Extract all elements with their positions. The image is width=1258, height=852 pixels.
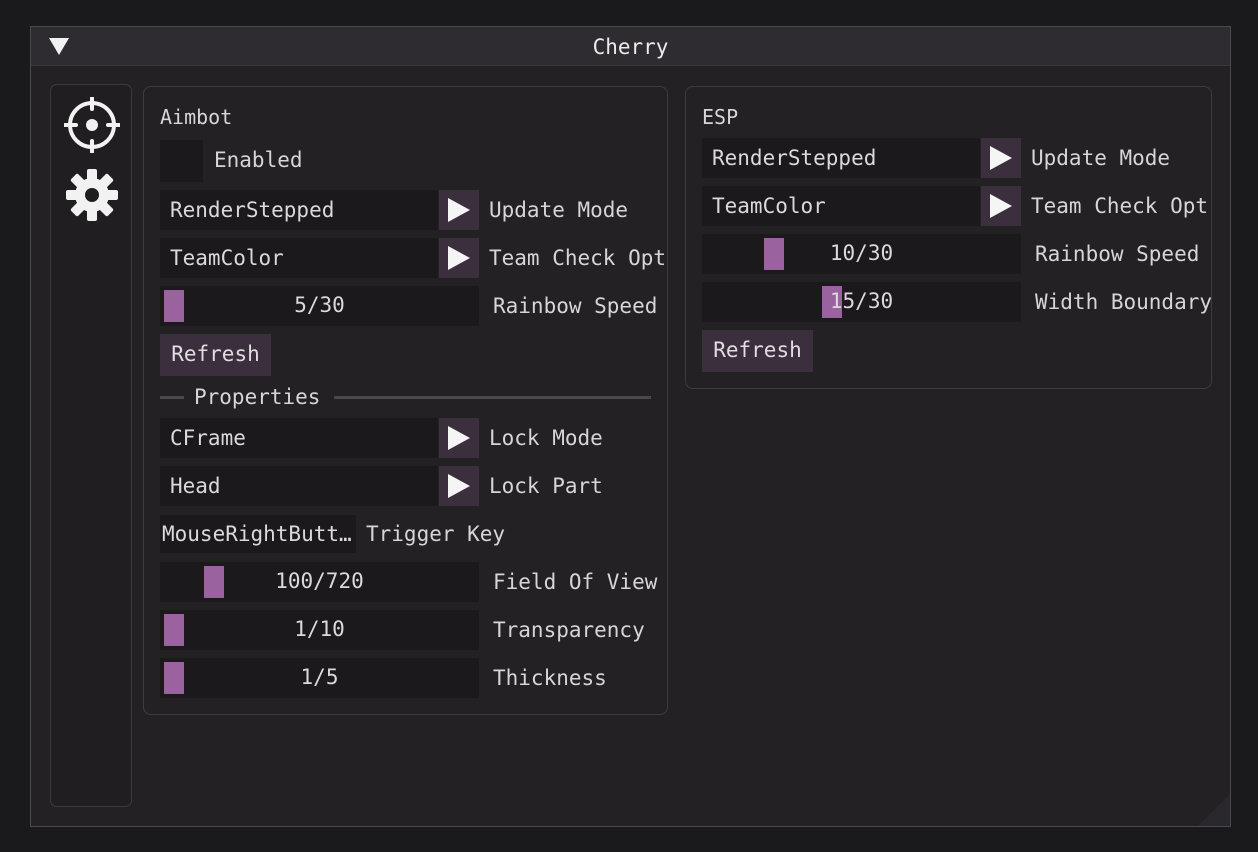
sidebar — [50, 84, 132, 807]
properties-heading: Properties — [194, 385, 321, 409]
play-arrow-icon — [448, 246, 470, 270]
lock-mode-label: Lock Mode — [489, 426, 603, 450]
esp-rainbow-speed-label: Rainbow Speed — [1035, 242, 1200, 266]
lock-mode-arrow-button[interactable] — [439, 418, 479, 458]
thickness-label: Thickness — [493, 666, 607, 690]
team-check-dropdown[interactable]: TeamColor — [160, 238, 438, 278]
esp-update-mode-arrow-button[interactable] — [981, 138, 1021, 178]
play-arrow-icon — [990, 194, 1012, 218]
main-window: Cherry Aimbot Enabled RenderStepped Upda… — [30, 26, 1231, 827]
team-check-arrow-button[interactable] — [439, 238, 479, 278]
esp-refresh-button[interactable]: Refresh — [702, 330, 813, 372]
lock-part-arrow-button[interactable] — [439, 466, 479, 506]
team-check-label: Team Check Opt — [489, 246, 667, 270]
lock-part-label: Lock Part — [489, 474, 603, 498]
slider-value: 15/30 — [829, 289, 894, 313]
play-arrow-icon — [990, 146, 1012, 170]
esp-team-check-arrow-button[interactable] — [981, 186, 1021, 226]
rainbow-speed-slider[interactable]: 5/30 — [160, 286, 479, 326]
transparency-slider[interactable]: 1/10 — [160, 610, 479, 650]
esp-width-boundary-label: Width Boundary — [1035, 290, 1211, 314]
update-mode-label: Update Mode — [489, 198, 629, 222]
esp-title: ESP — [702, 105, 739, 129]
fov-slider[interactable]: 100/720 — [160, 562, 479, 602]
esp-panel: ESP RenderStepped Update Mode TeamColor … — [685, 86, 1212, 389]
separator-line — [160, 396, 184, 399]
crosshair-icon[interactable] — [63, 96, 121, 154]
refresh-button[interactable]: Refresh — [160, 334, 271, 376]
trigger-key-label: Trigger Key — [366, 522, 506, 546]
window-title: Cherry — [592, 35, 669, 59]
lock-mode-dropdown[interactable]: CFrame — [160, 418, 438, 458]
thickness-slider[interactable]: 1/5 — [160, 658, 479, 698]
rainbow-speed-label: Rainbow Speed — [493, 294, 658, 318]
aimbot-title: Aimbot — [160, 105, 233, 129]
esp-team-check-dropdown[interactable]: TeamColor — [702, 186, 980, 226]
slider-value: 100/720 — [275, 569, 364, 593]
transparency-label: Transparency — [493, 618, 645, 642]
lock-part-dropdown[interactable]: Head — [160, 466, 438, 506]
enabled-checkbox[interactable] — [160, 140, 203, 182]
slider-value: 1/5 — [300, 665, 339, 689]
fov-label: Field Of View — [493, 570, 658, 594]
title-bar[interactable]: Cherry — [31, 27, 1230, 66]
esp-update-mode-label: Update Mode — [1031, 146, 1171, 170]
slider-value: 1/10 — [294, 617, 345, 641]
slider-value: 5/30 — [294, 293, 345, 317]
play-arrow-icon — [448, 474, 470, 498]
enabled-label: Enabled — [214, 148, 303, 172]
update-mode-dropdown[interactable]: RenderStepped — [160, 190, 438, 230]
trigger-key-button[interactable]: MouseRightButt… — [160, 515, 356, 553]
play-arrow-icon — [448, 198, 470, 222]
slider-value: 10/30 — [829, 241, 894, 265]
esp-update-mode-dropdown[interactable]: RenderStepped — [702, 138, 980, 178]
play-arrow-icon — [448, 426, 470, 450]
aimbot-panel: Aimbot Enabled RenderStepped Update Mode… — [143, 86, 668, 715]
esp-team-check-label: Team Check Opt — [1031, 194, 1209, 218]
esp-width-boundary-slider[interactable]: 15/30 — [702, 282, 1021, 322]
gear-icon[interactable] — [64, 167, 120, 223]
separator-line — [334, 396, 651, 399]
update-mode-arrow-button[interactable] — [439, 190, 479, 230]
resize-grip[interactable] — [1198, 794, 1230, 826]
esp-rainbow-speed-slider[interactable]: 10/30 — [702, 234, 1021, 274]
